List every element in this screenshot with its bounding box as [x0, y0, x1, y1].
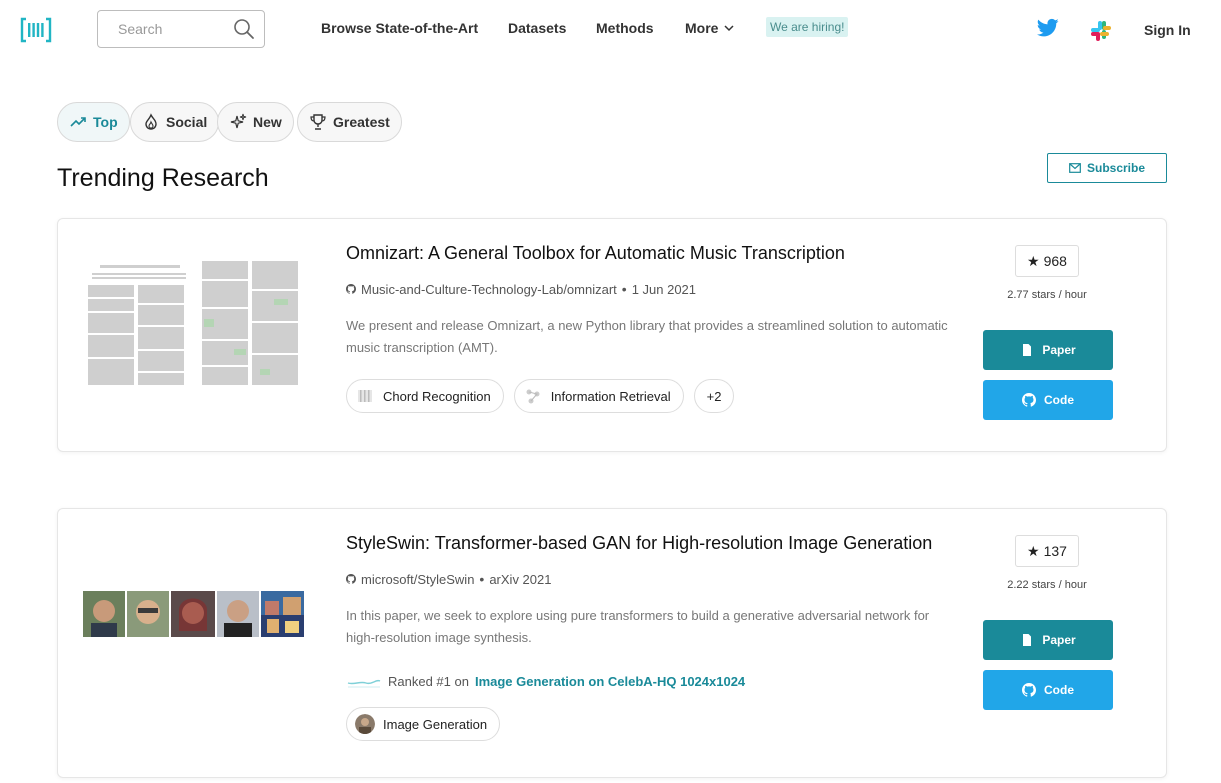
- code-button[interactable]: Code: [983, 670, 1113, 710]
- ranking-chart-icon: [347, 679, 381, 688]
- nav-datasets[interactable]: Datasets: [508, 20, 566, 36]
- chord-recognition-icon: [358, 390, 372, 402]
- document-icon: [1023, 344, 1032, 356]
- paper-button-label: Paper: [1042, 343, 1076, 357]
- document-icon: [1023, 634, 1032, 646]
- information-retrieval-icon: [526, 389, 540, 404]
- abstract-line-1: In this paper, we seek to explore using …: [346, 608, 930, 623]
- abstract-line-1: We present and release Omnizart, a new P…: [346, 318, 948, 333]
- paper-card: Omnizart: A General Toolbox for Automati…: [57, 218, 1167, 452]
- paper-card: StyleSwin: Transformer-based GAN for Hig…: [57, 508, 1167, 778]
- github-icon: [1022, 683, 1036, 697]
- meta-separator: •: [479, 571, 485, 587]
- subscribe-button[interactable]: Subscribe: [1047, 153, 1167, 183]
- tag-label: Chord Recognition: [383, 388, 491, 404]
- paper-button-label: Paper: [1042, 633, 1076, 647]
- paper-title[interactable]: Omnizart: A General Toolbox for Automati…: [346, 243, 845, 264]
- twitter-icon[interactable]: [1037, 18, 1059, 38]
- hiring-badge[interactable]: We are hiring!: [766, 17, 849, 37]
- paper-abstract: In this paper, we seek to explore using …: [346, 605, 956, 649]
- star-icon: ★: [1027, 252, 1040, 269]
- github-icon: [1022, 393, 1036, 407]
- pwc-logo-icon[interactable]: [20, 16, 52, 44]
- tag-label: Information Retrieval: [550, 388, 671, 404]
- paper-date: arXiv 2021: [489, 571, 552, 587]
- sota-ranking: Ranked #1 on Image Generation on CelebA-…: [346, 671, 745, 691]
- flame-icon: [145, 113, 157, 130]
- page-title: Trending Research: [57, 164, 269, 192]
- ranked-benchmark-link[interactable]: Image Generation on CelebA-HQ 1024x1024: [475, 674, 745, 689]
- filter-social-label: Social: [166, 114, 208, 130]
- stars-per-hour: 2.77 stars / hour: [1007, 289, 1087, 301]
- code-button-label: Code: [1044, 393, 1074, 407]
- star-count-value: 137: [1043, 543, 1067, 559]
- search-box[interactable]: [97, 10, 265, 48]
- tag-information-retrieval[interactable]: Information Retrieval: [513, 379, 684, 413]
- filter-greatest-label: Greatest: [333, 114, 390, 130]
- more-tags-count: +2: [706, 388, 722, 404]
- github-icon: [346, 284, 356, 294]
- filter-new-label: New: [253, 114, 282, 130]
- star-count: ★ 968: [1015, 245, 1079, 277]
- nav-more-dropdown[interactable]: More: [685, 20, 734, 36]
- filter-top[interactable]: Top: [57, 102, 130, 142]
- abstract-line-2: high-resolution image synthesis.: [346, 630, 532, 645]
- paper-abstract: We present and release Omnizart, a new P…: [346, 315, 956, 359]
- filter-top-label: Top: [93, 114, 118, 130]
- paper-thumbnail[interactable]: [83, 591, 304, 637]
- star-count-value: 968: [1043, 253, 1067, 269]
- paper-button[interactable]: Paper: [983, 330, 1113, 370]
- image-generation-icon: [355, 714, 375, 734]
- nav-browse-sota[interactable]: Browse State-of-the-Art: [321, 20, 478, 36]
- stars-per-hour: 2.22 stars / hour: [1007, 579, 1087, 591]
- filter-social[interactable]: Social: [130, 102, 220, 142]
- paper-meta: Music-and-Culture-Technology-Lab/omnizar…: [346, 281, 696, 297]
- paper-title[interactable]: StyleSwin: Transformer-based GAN for Hig…: [346, 533, 932, 554]
- mail-icon: [1069, 163, 1081, 173]
- slack-icon[interactable]: [1090, 20, 1112, 42]
- trend-icon: [70, 117, 86, 127]
- nav-methods[interactable]: Methods: [596, 20, 654, 36]
- trophy-icon: [310, 114, 326, 130]
- repo-link[interactable]: microsoft/StyleSwin: [361, 572, 474, 587]
- nav-more-label: More: [685, 20, 719, 36]
- chevron-down-icon: [724, 25, 734, 32]
- code-button-label: Code: [1044, 683, 1074, 697]
- tag-image-generation[interactable]: Image Generation: [346, 707, 501, 741]
- search-input[interactable]: [118, 21, 228, 37]
- paper-meta: microsoft/StyleSwin • arXiv 2021: [346, 571, 551, 587]
- tag-chord-recognition[interactable]: Chord Recognition: [346, 379, 504, 413]
- repo-link[interactable]: Music-and-Culture-Technology-Lab/omnizar…: [361, 282, 617, 297]
- search-icon[interactable]: [233, 18, 255, 40]
- paper-thumbnail[interactable]: [84, 259, 304, 389]
- star-count: ★ 137: [1015, 535, 1079, 567]
- task-tags: Image Generation: [346, 707, 501, 741]
- subscribe-label: Subscribe: [1086, 161, 1146, 175]
- filter-new[interactable]: New: [217, 102, 294, 142]
- task-tags: Chord Recognition Information Retrieval …: [346, 379, 735, 413]
- paper-button[interactable]: Paper: [983, 620, 1113, 660]
- code-button[interactable]: Code: [983, 380, 1113, 420]
- abstract-line-2: music transcription (AMT).: [346, 340, 498, 355]
- more-tags-button[interactable]: +2: [693, 379, 735, 413]
- tag-label: Image Generation: [383, 716, 488, 732]
- filter-greatest[interactable]: Greatest: [297, 102, 402, 142]
- paper-date: 1 Jun 2021: [631, 281, 697, 297]
- ranked-prefix: Ranked #1 on: [388, 673, 469, 689]
- meta-separator: •: [621, 281, 627, 297]
- sign-in-link[interactable]: Sign In: [1144, 22, 1191, 38]
- github-icon: [346, 574, 356, 584]
- star-icon: ★: [1027, 542, 1040, 559]
- sparkle-icon: [230, 113, 247, 129]
